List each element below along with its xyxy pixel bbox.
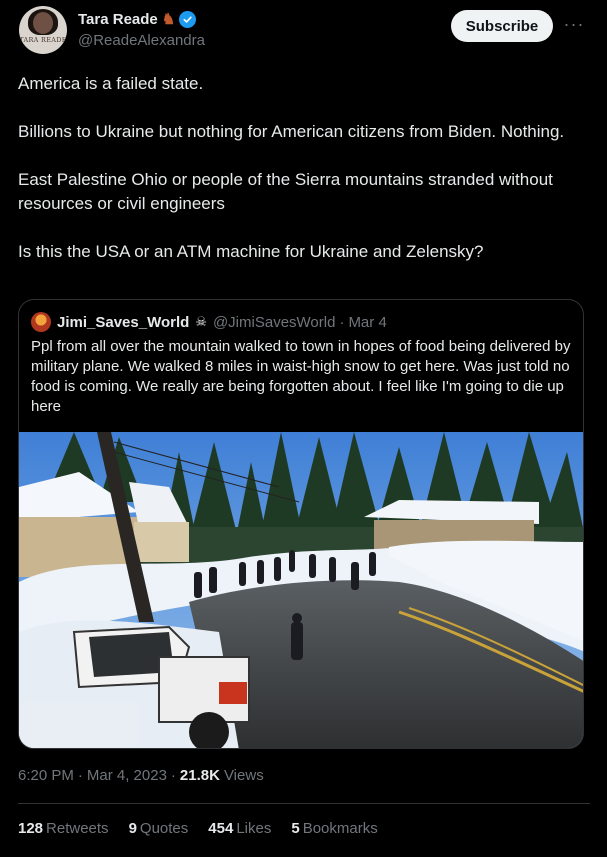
likes-stat[interactable]: 454 Likes — [208, 820, 271, 837]
tweet-paragraph: Is this the USA or an ATM machine for Uk… — [18, 242, 484, 261]
horse-icon: ♞ — [161, 11, 176, 28]
quotes-stat[interactable]: 9 Quotes — [129, 820, 189, 837]
separator-dot: · — [170, 767, 176, 784]
divider — [18, 803, 590, 804]
quoted-tweet-header: Jimi_Saves_World ☠ @JimiSavesWorld · Mar… — [31, 312, 387, 332]
separator-dot: · — [77, 767, 83, 784]
retweets-stat[interactable]: 128 Retweets — [18, 820, 109, 837]
likes-label: Likes — [236, 820, 272, 837]
retweets-label: Retweets — [46, 820, 109, 837]
tweet-text: America is a failed state. Billions to U… — [18, 72, 590, 288]
tweet-date[interactable]: Mar 4, 2023 — [87, 767, 167, 784]
quoted-tweet[interactable]: Jimi_Saves_World ☠ @JimiSavesWorld · Mar… — [18, 299, 584, 749]
bookmarks-label: Bookmarks — [302, 820, 378, 837]
quoted-author-avatar[interactable] — [31, 312, 51, 332]
verified-badge-icon[interactable] — [179, 11, 197, 28]
tweet-paragraph: East Palestine Ohio or people of the Sie… — [18, 170, 553, 213]
retweets-count: 128 — [18, 820, 44, 837]
tweet-stats: 128 Retweets 9 Quotes 454 Likes 5 Bookmarks — [18, 820, 378, 837]
pirate-flag-icon: ☠ — [195, 314, 207, 329]
tweet-paragraph: America is a failed state. — [18, 74, 204, 93]
author-handle[interactable]: @ReadeAlexandra — [78, 32, 205, 49]
author-display-name[interactable]: Tara Reade — [78, 11, 158, 28]
subscribe-button[interactable]: Subscribe — [451, 10, 553, 42]
quoted-tweet-text: Ppl from all over the mountain walked to… — [31, 338, 571, 415]
bookmarks-stat[interactable]: 5 Bookmarks — [291, 820, 377, 837]
avatar-text: TARA READE — [19, 36, 67, 44]
views-count: 21.8K — [179, 767, 220, 784]
quoted-tweet-date[interactable]: Mar 4 — [348, 314, 386, 331]
separator-dot: · — [339, 313, 345, 331]
quoted-author-name[interactable]: Jimi_Saves_World — [57, 314, 189, 331]
quotes-count: 9 — [128, 820, 137, 837]
more-options-icon[interactable]: ··· — [560, 12, 588, 40]
author-avatar[interactable]: TARA READE — [19, 6, 67, 54]
quotes-label: Quotes — [139, 820, 189, 837]
quoted-author-handle[interactable]: @JimiSavesWorld — [213, 314, 335, 331]
snowy-street-photo[interactable] — [19, 432, 584, 749]
views-label: Views — [223, 767, 264, 784]
tweet-paragraph: Billions to Ukraine but nothing for Amer… — [18, 122, 565, 141]
bookmarks-count: 5 — [291, 820, 300, 837]
tweet-meta: 6:20 PM · Mar 4, 2023 · 21.8K Views — [18, 767, 264, 784]
author-name-row[interactable]: Tara Reade ♞ — [78, 11, 197, 28]
likes-count: 454 — [208, 820, 234, 837]
tweet: TARA READE Tara Reade ♞ @ReadeAlexandra … — [0, 0, 607, 857]
tweet-time[interactable]: 6:20 PM — [18, 767, 74, 784]
